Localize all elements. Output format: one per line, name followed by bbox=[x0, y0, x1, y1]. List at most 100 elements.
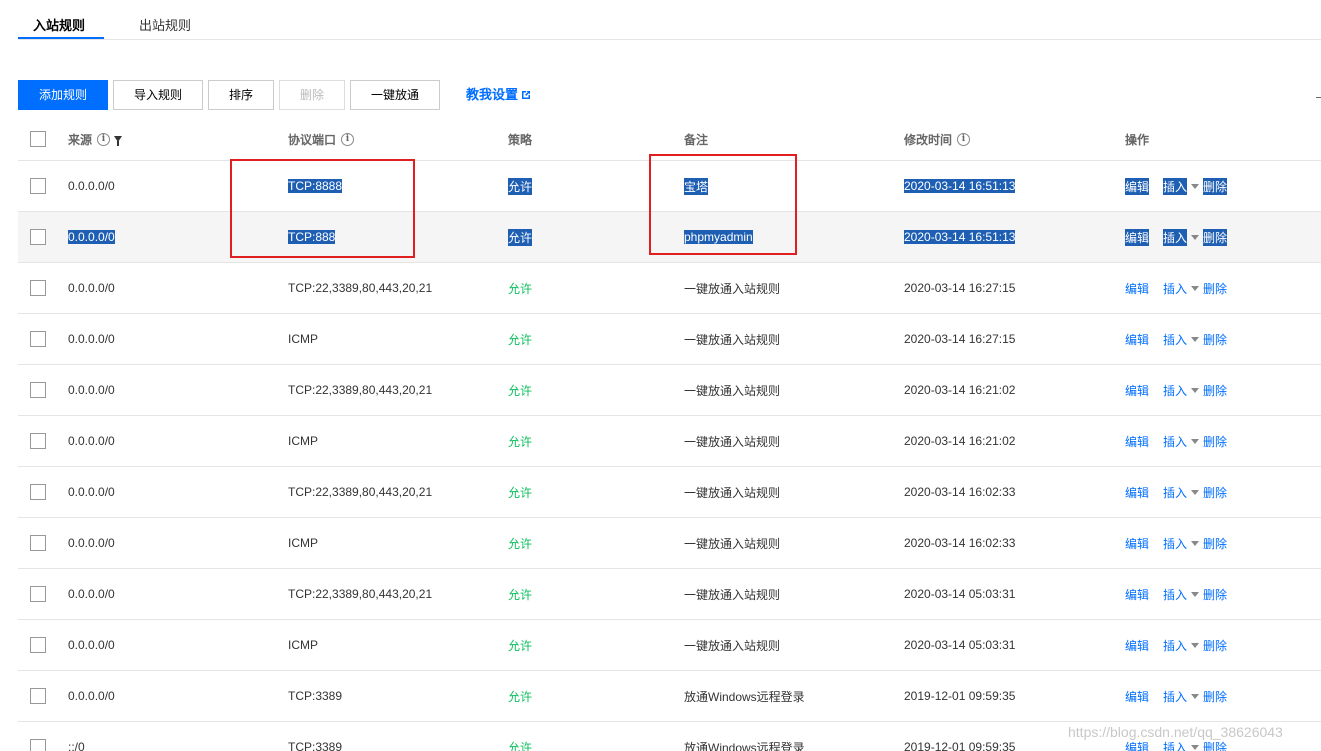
insert-link[interactable]: 插入 bbox=[1163, 688, 1187, 705]
delete-link[interactable]: 删除 bbox=[1203, 331, 1227, 348]
info-icon[interactable]: i bbox=[957, 132, 971, 146]
policy-value: 允许 bbox=[508, 434, 533, 449]
port-value: ICMP bbox=[288, 536, 318, 550]
row-checkbox[interactable] bbox=[30, 586, 46, 602]
insert-link[interactable]: 插入 bbox=[1163, 739, 1187, 751]
table-row[interactable]: 0.0.0.0/0 TCP:22,3389,80,443,20,21 允许 一键放通入… bbox=[18, 263, 1321, 314]
delete-link[interactable]: 删除 bbox=[1203, 739, 1227, 751]
edit-link[interactable]: 编辑 bbox=[1125, 177, 1150, 195]
filter-icon[interactable] bbox=[114, 136, 123, 146]
row-checkbox[interactable] bbox=[30, 280, 46, 296]
delete-link[interactable]: 删除 bbox=[1203, 280, 1227, 297]
edit-link[interactable]: 编辑 bbox=[1125, 433, 1149, 450]
row-checkbox[interactable] bbox=[30, 382, 46, 398]
sort-button[interactable]: 排序 bbox=[208, 80, 274, 110]
insert-link[interactable]: 插入 bbox=[1163, 484, 1187, 501]
delete-link[interactable]: 删除 bbox=[1203, 382, 1227, 399]
insert-dropdown-icon[interactable] bbox=[1191, 285, 1200, 291]
edit-link[interactable]: 编辑 bbox=[1125, 382, 1149, 399]
policy-cell: 允许 bbox=[508, 161, 533, 211]
policy-value: 允许 bbox=[508, 485, 533, 500]
action-cell: 编辑 插入 删除 bbox=[1125, 314, 1227, 364]
open-all-button[interactable]: 一键放通 bbox=[350, 80, 440, 110]
edit-link[interactable]: 编辑 bbox=[1125, 535, 1149, 552]
port-value: ICMP bbox=[288, 434, 318, 448]
source-value: 0.0.0.0/0 bbox=[68, 689, 115, 703]
tab-outbound-rules[interactable]: 出站规则 bbox=[139, 15, 191, 34]
row-checkbox[interactable] bbox=[30, 739, 46, 751]
note-cell: 一键放通入站规则 bbox=[684, 263, 780, 313]
table-row[interactable]: 0.0.0.0/0 TCP:888 允许 phpmyadmin 2020-03-14 1… bbox=[18, 212, 1321, 263]
edit-link[interactable]: 编辑 bbox=[1125, 586, 1149, 603]
edit-link[interactable]: 编辑 bbox=[1125, 228, 1150, 246]
insert-link[interactable]: 插入 bbox=[1163, 228, 1188, 246]
insert-link[interactable]: 插入 bbox=[1163, 177, 1188, 195]
row-checkbox[interactable] bbox=[30, 433, 46, 449]
table-row[interactable]: 0.0.0.0/0 ICMP 允许 一键放通入站规则 2020-03-14 05:03:… bbox=[18, 620, 1321, 671]
delete-link[interactable]: 删除 bbox=[1203, 433, 1227, 450]
insert-link[interactable]: 插入 bbox=[1163, 382, 1187, 399]
table-row[interactable]: 0.0.0.0/0 TCP:3389 允许 放通Windows远程登录 2019-12-… bbox=[18, 671, 1321, 722]
note-value: 放通Windows远程登录 bbox=[684, 740, 805, 751]
table-row[interactable]: 0.0.0.0/0 TCP:8888 允许 宝塔 2020-03-14 16:51:13… bbox=[18, 161, 1321, 212]
insert-link[interactable]: 插入 bbox=[1163, 433, 1187, 450]
insert-dropdown-icon[interactable] bbox=[1191, 642, 1200, 648]
edit-link[interactable]: 编辑 bbox=[1125, 331, 1149, 348]
port-cell: TCP:22,3389,80,443,20,21 bbox=[288, 569, 432, 619]
edit-link[interactable]: 编辑 bbox=[1125, 739, 1149, 751]
row-checkbox[interactable] bbox=[30, 484, 46, 500]
select-all-checkbox[interactable] bbox=[30, 131, 46, 147]
edit-link[interactable]: 编辑 bbox=[1125, 637, 1149, 654]
table-row[interactable]: 0.0.0.0/0 ICMP 允许 一键放通入站规则 2020-03-14 16:27:… bbox=[18, 314, 1321, 365]
row-checkbox[interactable] bbox=[30, 229, 46, 245]
table-row[interactable]: 0.0.0.0/0 TCP:22,3389,80,443,20,21 允许 一键放通入… bbox=[18, 569, 1321, 620]
port-cell: ICMP bbox=[288, 518, 318, 568]
insert-dropdown-icon[interactable] bbox=[1191, 183, 1200, 189]
tab-inbound-rules[interactable]: 入站规则 bbox=[33, 15, 85, 34]
note-cell: 一键放通入站规则 bbox=[684, 365, 780, 415]
col-action-header: 操作 bbox=[1125, 132, 1150, 147]
delete-link[interactable]: 删除 bbox=[1203, 177, 1228, 195]
row-checkbox[interactable] bbox=[30, 331, 46, 347]
insert-dropdown-icon[interactable] bbox=[1191, 540, 1200, 546]
add-rule-button[interactable]: 添加规则 bbox=[18, 80, 108, 110]
insert-dropdown-icon[interactable] bbox=[1191, 387, 1200, 393]
delete-link[interactable]: 删除 bbox=[1203, 484, 1227, 501]
insert-dropdown-icon[interactable] bbox=[1191, 336, 1200, 342]
insert-link[interactable]: 插入 bbox=[1163, 637, 1187, 654]
insert-dropdown-icon[interactable] bbox=[1191, 693, 1200, 699]
policy-cell: 允许 bbox=[508, 263, 532, 313]
insert-dropdown-icon[interactable] bbox=[1191, 591, 1200, 597]
policy-cell: 允许 bbox=[508, 671, 532, 721]
insert-dropdown-icon[interactable] bbox=[1191, 438, 1200, 444]
info-icon[interactable]: i bbox=[341, 132, 355, 146]
insert-link[interactable]: 插入 bbox=[1163, 586, 1187, 603]
delete-link[interactable]: 删除 bbox=[1203, 535, 1227, 552]
import-rules-button[interactable]: 导入规则 bbox=[113, 80, 203, 110]
edit-link[interactable]: 编辑 bbox=[1125, 688, 1149, 705]
row-checkbox[interactable] bbox=[30, 637, 46, 653]
edit-link[interactable]: 编辑 bbox=[1125, 280, 1149, 297]
table-row[interactable]: 0.0.0.0/0 TCP:22,3389,80,443,20,21 允许 一键放通入… bbox=[18, 467, 1321, 518]
info-icon[interactable]: i bbox=[97, 132, 111, 146]
delete-link[interactable]: 删除 bbox=[1203, 637, 1227, 654]
insert-link[interactable]: 插入 bbox=[1163, 280, 1187, 297]
help-link[interactable]: 教我设置 bbox=[466, 80, 531, 110]
insert-dropdown-icon[interactable] bbox=[1191, 744, 1200, 750]
table-row[interactable]: 0.0.0.0/0 TCP:22,3389,80,443,20,21 允许 一键放通入… bbox=[18, 365, 1321, 416]
insert-dropdown-icon[interactable] bbox=[1191, 489, 1200, 495]
row-checkbox[interactable] bbox=[30, 535, 46, 551]
row-checkbox[interactable] bbox=[30, 178, 46, 194]
delete-link[interactable]: 删除 bbox=[1203, 688, 1227, 705]
edit-link[interactable]: 编辑 bbox=[1125, 484, 1149, 501]
table-row[interactable]: 0.0.0.0/0 ICMP 允许 一键放通入站规则 2020-03-14 16:21:… bbox=[18, 416, 1321, 467]
insert-dropdown-icon[interactable] bbox=[1191, 234, 1200, 240]
port-cell: TCP:22,3389,80,443,20,21 bbox=[288, 467, 432, 517]
delete-button[interactable]: 删除 bbox=[279, 80, 345, 110]
row-checkbox[interactable] bbox=[30, 688, 46, 704]
delete-link[interactable]: 删除 bbox=[1203, 228, 1228, 246]
table-row[interactable]: 0.0.0.0/0 ICMP 允许 一键放通入站规则 2020-03-14 16:02:… bbox=[18, 518, 1321, 569]
delete-link[interactable]: 删除 bbox=[1203, 586, 1227, 603]
insert-link[interactable]: 插入 bbox=[1163, 535, 1187, 552]
insert-link[interactable]: 插入 bbox=[1163, 331, 1187, 348]
